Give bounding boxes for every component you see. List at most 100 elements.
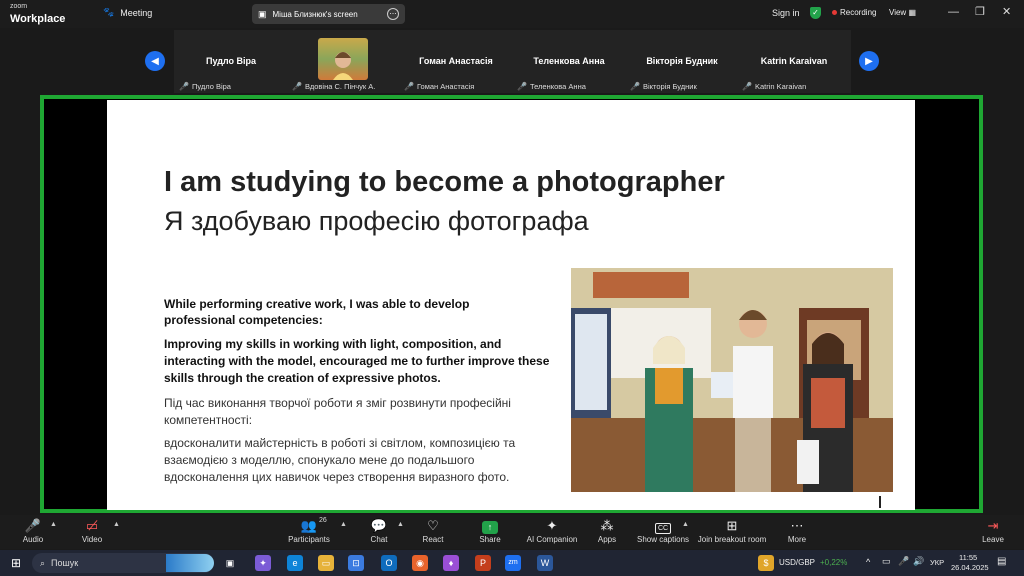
ticker-change: +0,22% bbox=[820, 558, 848, 567]
minimize-button[interactable]: — bbox=[948, 7, 959, 18]
captions-label: Show captions bbox=[636, 535, 690, 544]
file-explorer-icon[interactable]: ▭ bbox=[318, 555, 334, 571]
participant-face-icon bbox=[333, 52, 353, 80]
participant-name: Katrin Karaivan bbox=[760, 56, 828, 66]
zoom-app-icon[interactable]: zm bbox=[505, 555, 521, 571]
restore-button[interactable]: ❐ bbox=[975, 7, 985, 18]
outlook-icon[interactable]: O bbox=[381, 555, 397, 571]
meeting-menu[interactable]: 🐾 Meeting bbox=[103, 7, 152, 18]
leave-icon: ⇥ bbox=[987, 518, 999, 533]
clock-time[interactable]: 11:55 bbox=[959, 553, 977, 562]
recording-dot-icon bbox=[832, 10, 837, 15]
currency-widget-icon[interactable]: $ bbox=[758, 555, 774, 571]
meeting-toolbar: 🎤 Audio ▲ ▭̸ Video ▲ 👥 26 Participants ▲… bbox=[0, 515, 1024, 549]
mic-muted-icon: 🎤 bbox=[517, 82, 527, 91]
shared-screen-pill[interactable]: ▣ Міша Близнюк's screen ⋯ bbox=[252, 4, 405, 24]
notifications-icon[interactable]: ▤ bbox=[997, 556, 1006, 567]
slide-title: I am studying to become a photographer bbox=[164, 166, 725, 198]
word-icon[interactable]: W bbox=[537, 555, 553, 571]
participants-icon: 👥 bbox=[300, 518, 318, 533]
copilot-icon[interactable]: ✦ bbox=[255, 555, 271, 571]
participant-label: 🎤 Пудло Віра bbox=[179, 82, 231, 91]
video-label: Video bbox=[81, 535, 103, 544]
firefox-icon[interactable]: ◉ bbox=[412, 555, 428, 571]
mic-muted-icon: 🎤 bbox=[404, 82, 414, 91]
participant-tile[interactable]: Пудло Віра 🎤 Пудло Віра bbox=[175, 32, 287, 93]
mic-muted-icon: 🎤 bbox=[292, 82, 302, 91]
participant-label-text: Katrin Karaivan bbox=[754, 82, 807, 91]
powerpoint-icon[interactable]: P bbox=[475, 555, 491, 571]
more-button[interactable]: ⋯ More bbox=[761, 517, 833, 544]
slide-paragraph-en-1: While performing creative work, I was ab… bbox=[164, 297, 470, 327]
brand-small: zoom bbox=[10, 3, 28, 10]
strip-next-button[interactable]: ▶ bbox=[859, 51, 879, 71]
clock-date[interactable]: 26.04.2025 bbox=[951, 563, 989, 572]
meeting-icon: 🐾 bbox=[103, 7, 115, 17]
leave-label: Leave bbox=[982, 535, 1004, 544]
chevron-left-icon: ◀ bbox=[151, 55, 159, 67]
slide-paragraph-uk-2: вдосконалити майстерність в роботі зі св… bbox=[164, 436, 516, 484]
participant-tile[interactable]: Вікторія Будник 🎤 Вікторія Будник bbox=[626, 32, 738, 93]
sign-in-link[interactable]: Sign in bbox=[772, 8, 800, 18]
participant-tile[interactable]: Гоман Анастасія 🎤 Гоман Анастасія bbox=[400, 32, 512, 93]
volume-icon[interactable]: 🔊 bbox=[913, 556, 924, 567]
participant-label-text: Вдовіна С. Пінчук А. bbox=[304, 82, 376, 91]
video-options-caret-icon[interactable]: ▲ bbox=[113, 521, 120, 528]
participant-tile[interactable]: Теленкова Анна 🎤 Теленкова Анна bbox=[513, 32, 625, 93]
app-icon[interactable]: ♦ bbox=[443, 555, 459, 571]
security-shield-icon[interactable]: ✓ bbox=[810, 7, 821, 19]
participant-label-text: Пудло Віра bbox=[191, 82, 231, 91]
participant-label-text: Гоман Анастасія bbox=[416, 82, 475, 91]
chevron-right-icon: ▶ bbox=[865, 55, 873, 67]
mic-muted-icon: 🎤 bbox=[179, 82, 189, 91]
participant-tile[interactable]: Katrin Karaivan 🎤 Katrin Karaivan bbox=[738, 32, 850, 93]
participant-label: 🎤 Вдовіна С. Пінчук А. bbox=[292, 82, 375, 91]
slide-divider bbox=[879, 496, 881, 508]
leave-button[interactable]: ⇥ Leave bbox=[957, 517, 1024, 544]
slide-paragraph-en-2: Improving my skills in working with ligh… bbox=[164, 337, 550, 385]
strip-prev-button[interactable]: ◀ bbox=[145, 51, 165, 71]
participant-label: 🎤 Теленкова Анна bbox=[517, 82, 586, 91]
participant-name: Теленкова Анна bbox=[533, 56, 605, 66]
edge-icon[interactable]: e bbox=[287, 555, 303, 571]
slide-subtitle: Я здобуваю професію фотографа bbox=[164, 206, 589, 236]
task-view-icon[interactable]: ▣ bbox=[222, 555, 238, 571]
view-menu[interactable]: View ▦ bbox=[889, 8, 916, 17]
participant-label: 🎤 Katrin Karaivan bbox=[742, 82, 806, 91]
mic-muted-icon: 🎤 bbox=[630, 82, 640, 91]
participant-label: 🎤 Вікторія Будник bbox=[630, 82, 697, 91]
ticker-label[interactable]: USD/GBP bbox=[779, 558, 815, 567]
participant-video bbox=[318, 38, 368, 80]
participant-name: Пудло Віра bbox=[205, 56, 257, 66]
participants-button[interactable]: 👥 26 Participants bbox=[273, 517, 345, 544]
network-icon[interactable]: ▭ bbox=[882, 556, 891, 567]
brand-large: Workplace bbox=[10, 13, 66, 25]
participant-name: Вікторія Будник bbox=[646, 56, 718, 66]
store-icon[interactable]: ⊡ bbox=[348, 555, 364, 571]
title-bar: zoom Workplace 🐾 Meeting ▣ Міша Близнюк'… bbox=[0, 0, 1024, 28]
participants-label: Participants bbox=[288, 535, 330, 544]
participant-tile[interactable]: 🎤 Вдовіна С. Пінчук А. bbox=[288, 32, 400, 93]
search-highlight-image bbox=[166, 554, 214, 572]
presentation-slide: I am studying to become a photographer Я… bbox=[107, 100, 915, 510]
participant-name: Гоман Анастасія bbox=[419, 56, 493, 66]
windows-start-icon[interactable]: ⊞ bbox=[8, 555, 24, 571]
mic-muted-icon: 🎤 bbox=[742, 82, 752, 91]
slide-photo bbox=[571, 268, 893, 492]
participants-count: 26 bbox=[319, 517, 327, 524]
search-icon: ⌕ bbox=[40, 557, 46, 568]
more-options-icon[interactable]: ⋯ bbox=[387, 8, 399, 20]
captions-options-caret-icon[interactable]: ▲ bbox=[682, 521, 689, 528]
app-logo: zoom Workplace bbox=[10, 3, 65, 26]
microphone-tray-icon[interactable]: 🎤 bbox=[898, 556, 909, 567]
recording-indicator[interactable]: Recording bbox=[832, 8, 876, 17]
taskbar-search-text: Пошук bbox=[51, 558, 79, 568]
close-button[interactable]: ✕ bbox=[1002, 7, 1011, 18]
slide-paragraph-uk-1: Під час виконання творчої роботи я зміг … bbox=[164, 396, 511, 427]
view-grid-icon: ▦ bbox=[908, 8, 916, 17]
taskbar-search[interactable]: ⌕ Пошук bbox=[32, 553, 214, 573]
more-label: More bbox=[787, 535, 807, 544]
language-indicator[interactable]: УКР bbox=[930, 558, 944, 567]
tray-overflow-icon[interactable]: ^ bbox=[866, 557, 870, 567]
screen-icon: ▣ bbox=[258, 8, 267, 19]
